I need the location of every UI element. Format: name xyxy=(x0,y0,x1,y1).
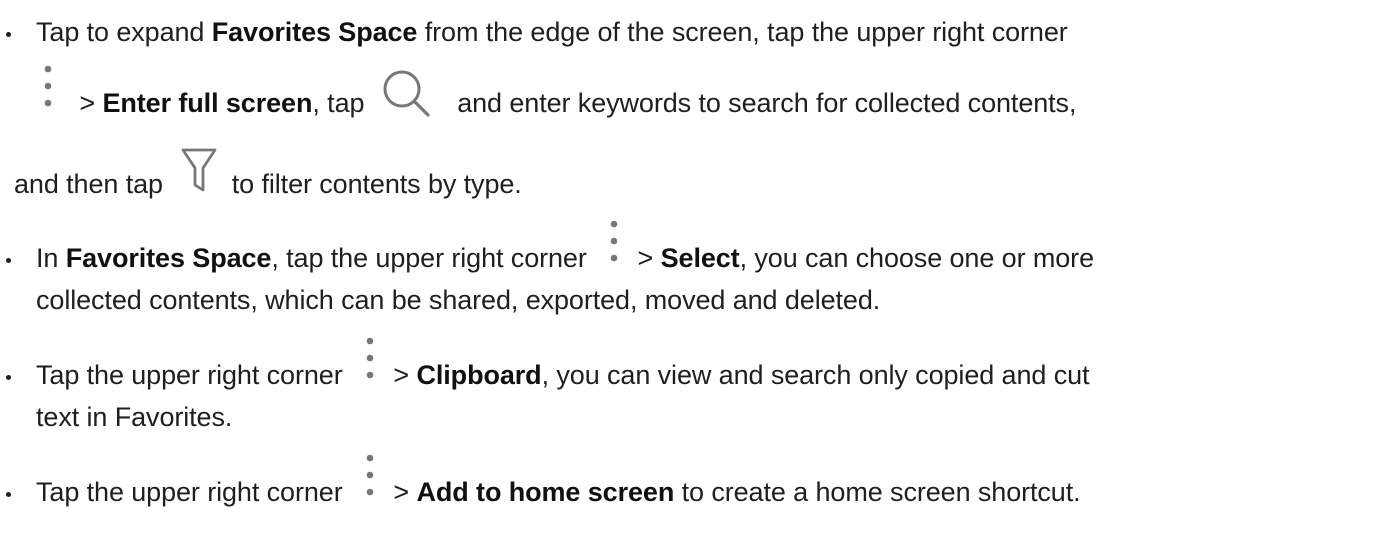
text-run: Tap to expand xyxy=(36,17,212,47)
text-run: to create a home screen shortcut. xyxy=(674,477,1081,507)
text-run: , tap xyxy=(312,88,372,118)
text-run: In xyxy=(36,243,66,273)
more-vertical-icon xyxy=(350,333,386,397)
text-run: Tap the upper right corner xyxy=(36,477,350,507)
text-run: to filter contents by type. xyxy=(224,169,522,199)
bold-term: Add to home screen xyxy=(416,477,675,507)
bullet-icon xyxy=(6,492,11,497)
text-run: > xyxy=(72,88,103,118)
text-run: text in Favorites. xyxy=(36,402,233,432)
text-run: , tap the upper right corner xyxy=(271,243,595,273)
text-run: and enter keywords to search for collect… xyxy=(449,88,1077,118)
bold-term: Select xyxy=(660,243,740,273)
text-run: Tap the upper right corner xyxy=(36,360,350,390)
text-run: , you can choose one or more xyxy=(739,243,1095,273)
text-run: > xyxy=(630,243,661,273)
bullet-icon xyxy=(6,32,11,37)
bold-term: Enter full screen xyxy=(102,88,313,118)
more-vertical-icon xyxy=(350,450,386,514)
more-vertical-icon xyxy=(36,61,72,125)
text-run: > xyxy=(385,360,417,390)
filter-icon xyxy=(170,148,224,204)
bold-term: Clipboard xyxy=(416,360,542,390)
bold-term: Favorites Space xyxy=(65,243,272,273)
text-run: , you can view and search only copied an… xyxy=(541,360,1090,390)
text-run: from the edge of the screen, tap the upp… xyxy=(417,17,1068,47)
more-vertical-icon xyxy=(594,216,630,280)
bullet-icon xyxy=(6,258,11,263)
bold-term: Favorites Space xyxy=(211,17,418,47)
text-run: collected contents, which can be shared,… xyxy=(36,285,881,315)
text-run: > xyxy=(385,477,417,507)
search-icon xyxy=(372,70,450,123)
bullet-icon xyxy=(6,375,11,380)
text-run: and then tap xyxy=(14,169,171,199)
